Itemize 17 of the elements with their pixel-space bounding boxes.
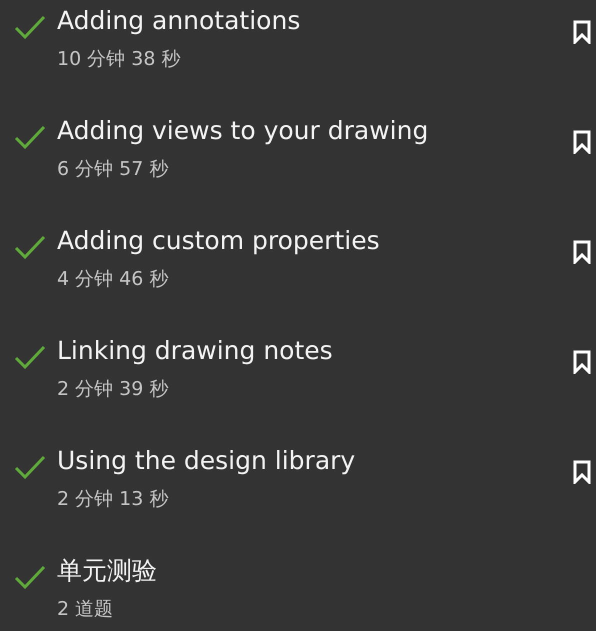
lesson-title[interactable]: Adding annotations [57, 4, 300, 38]
lesson-duration: 10 分钟 38 秒 [57, 47, 180, 72]
lesson-duration: 6 分钟 57 秒 [57, 157, 168, 182]
lesson-title[interactable]: Using the design library [57, 444, 356, 478]
bookmark-icon[interactable] [573, 130, 591, 154]
bookmark-icon[interactable] [573, 240, 591, 264]
lesson-duration: 4 分钟 46 秒 [57, 267, 168, 292]
lesson-duration: 2 分钟 13 秒 [57, 487, 168, 512]
bookmark-icon[interactable] [573, 460, 591, 484]
lesson-duration: 2 道题 [57, 597, 114, 622]
lesson-title[interactable]: 单元测验 [57, 554, 157, 588]
lesson-title[interactable]: Adding views to your drawing [57, 114, 428, 148]
lesson-title[interactable]: Linking drawing notes [57, 334, 333, 368]
bookmark-icon[interactable] [573, 20, 591, 44]
bookmark-icon[interactable] [573, 350, 591, 374]
lesson-title[interactable]: Adding custom properties [57, 224, 380, 258]
lesson-duration: 2 分钟 39 秒 [57, 377, 168, 402]
